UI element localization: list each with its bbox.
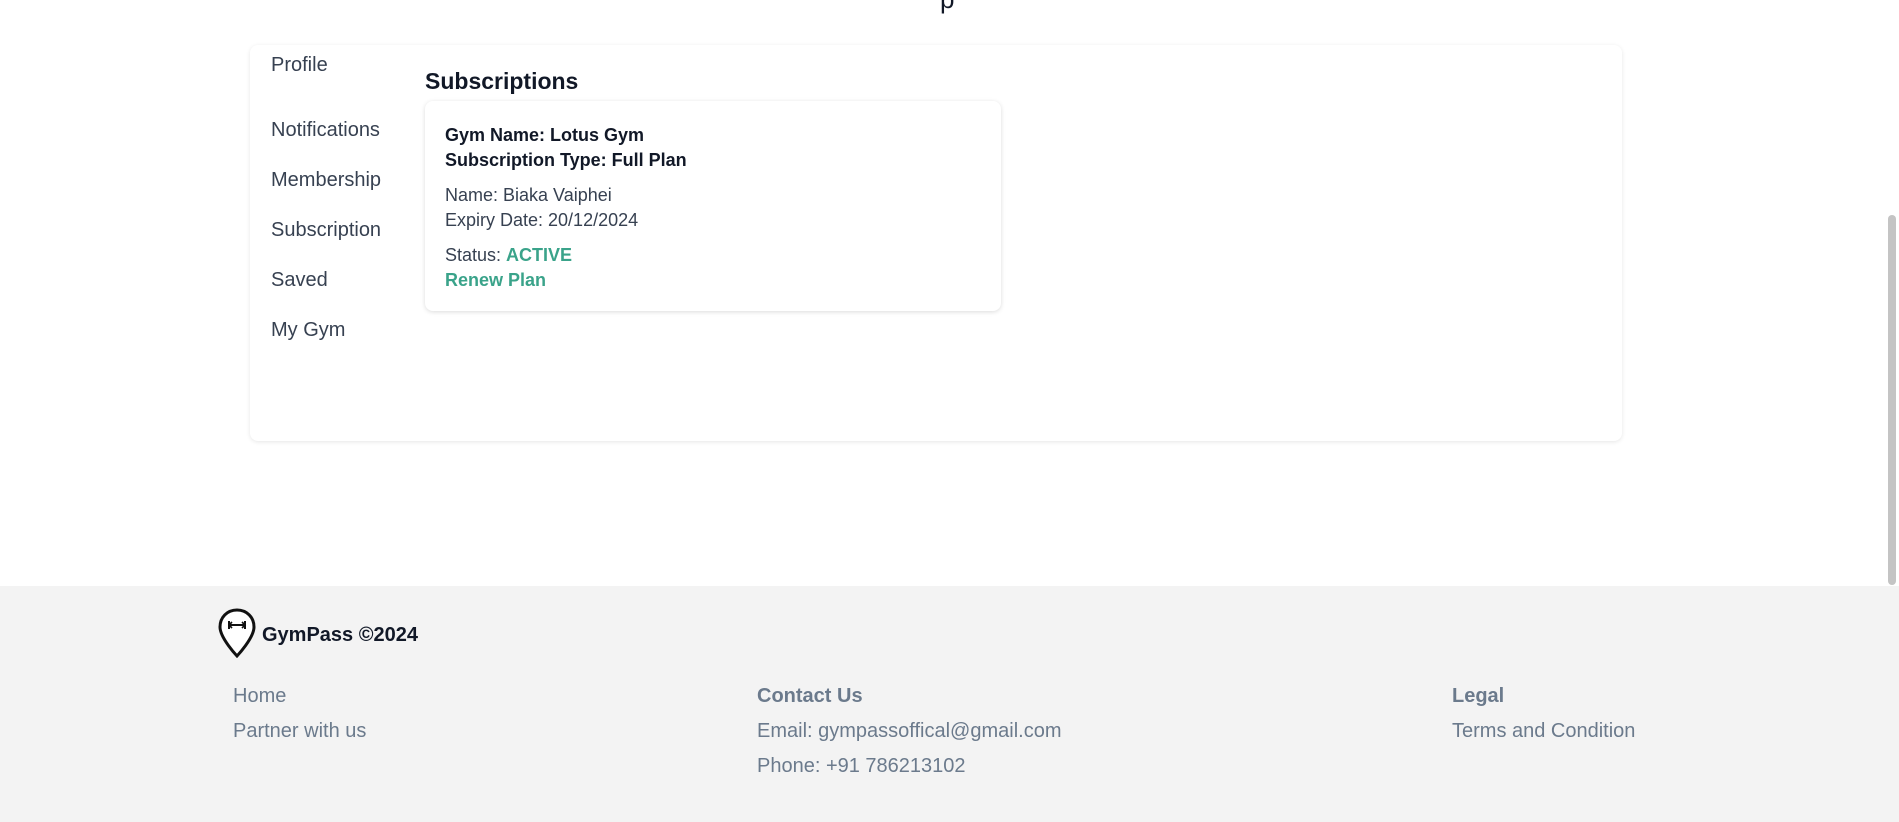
status-badge: ACTIVE [506, 245, 573, 265]
status-line: Status: ACTIVE [445, 243, 687, 268]
renew-plan-link[interactable]: Renew Plan [445, 268, 687, 293]
subscriptions-title: Subscriptions [425, 68, 579, 94]
footer-link-partner[interactable]: Partner with us [233, 719, 366, 754]
member-name: Name: Biaka Vaiphei [445, 185, 612, 205]
subscription-type: Subscription Type: Full Plan [445, 150, 687, 170]
scrollbar-thumb[interactable] [1888, 215, 1896, 585]
legal-heading: Legal [1452, 685, 1505, 707]
map-pin-dumbbell-icon [218, 608, 256, 663]
page-heading-fragment: p [940, 0, 954, 15]
expiry-date: Expiry Date: 20/12/2024 [445, 210, 639, 230]
account-side-nav: Profile Notifications Membership Subscri… [271, 55, 381, 355]
footer-link-home[interactable]: Home [233, 684, 366, 719]
site-footer: GymPass ©2024 Home Partner with us Conta… [0, 586, 1899, 822]
gym-name: Gym Name: Lotus Gym [445, 125, 645, 145]
nav-item-membership[interactable]: Membership [271, 155, 381, 205]
status-label: Status: [445, 245, 502, 265]
footer-legal-column: Legal Terms and Condition [1452, 684, 1635, 754]
footer-brand[interactable]: GymPass ©2024 [218, 608, 418, 663]
footer-contact-column: Contact Us Email: gympassoffical@gmail.c… [757, 684, 1061, 789]
terms-link[interactable]: Terms and Condition [1452, 719, 1635, 754]
account-panel: Profile Notifications Membership Subscri… [250, 45, 1622, 441]
footer-nav-column: Home Partner with us [233, 684, 366, 754]
contact-email: Email: gympassoffical@gmail.com [757, 720, 1062, 742]
contact-phone: Phone: +91 786213102 [757, 755, 966, 777]
subscription-card: Gym Name: Lotus Gym Subscription Type: F… [425, 101, 1001, 311]
nav-item-subscription[interactable]: Subscription [271, 205, 381, 255]
nav-item-profile[interactable]: Profile [271, 55, 381, 105]
footer-brand-text: GymPass ©2024 [262, 624, 418, 646]
nav-item-my-gym[interactable]: My Gym [271, 305, 381, 355]
nav-item-notifications[interactable]: Notifications [271, 105, 381, 155]
page-scrollbar[interactable] [1885, 0, 1899, 586]
nav-item-saved[interactable]: Saved [271, 255, 381, 305]
contact-heading: Contact Us [757, 685, 863, 707]
